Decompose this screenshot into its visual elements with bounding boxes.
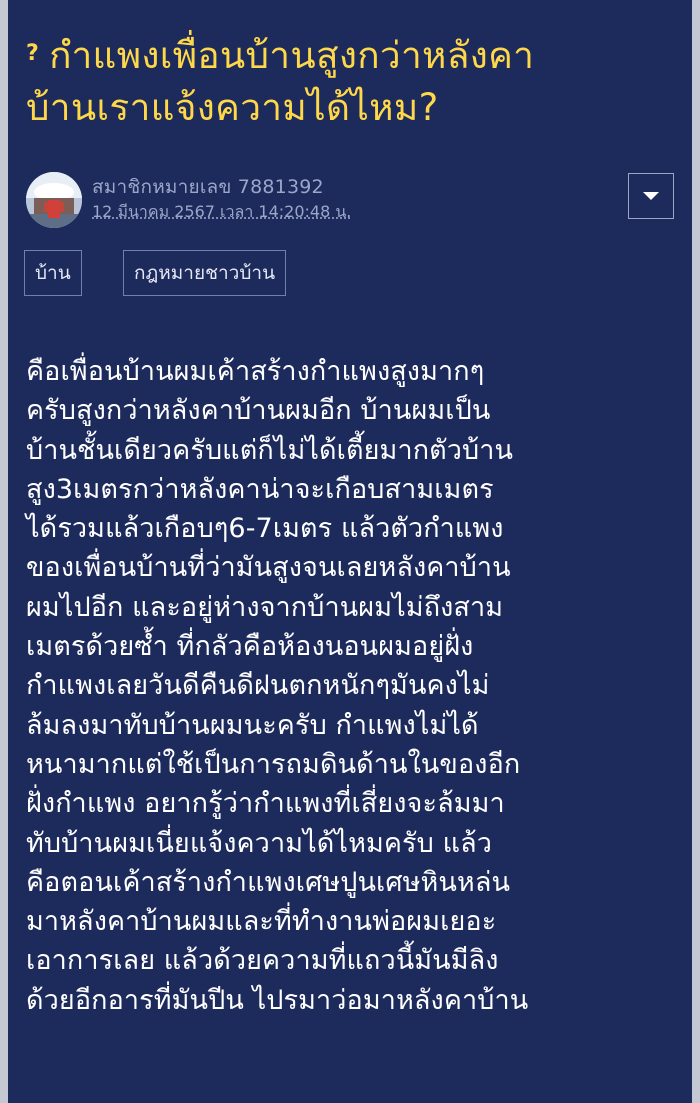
content-line: บ้านชั้นเดียวครับแต่ก็ไม่ได้เตี้ยมากตัวบ… <box>26 434 514 466</box>
question-icon: ? <box>26 41 40 66</box>
content-line: ทับบ้านผมเนี่ยแจ้งความได้ไหมครับ แล้ว <box>26 827 492 859</box>
content-line: ครับสูงกว่าหลังคาบ้านผมอีก บ้านผมเป็น <box>26 395 491 427</box>
content-line: สูง3เมตรกว่าหลังคาน่าจะเกือบสามเมตร <box>26 473 494 505</box>
content-line: ผมไปอีก และอยู่ห่างจากบ้านผมไม่ถึงสาม <box>26 591 504 623</box>
avatar-image <box>26 172 82 228</box>
tag-home[interactable]: บ้าน <box>24 250 82 296</box>
topic-page: ? กำแพงเพื่อนบ้านสูงกว่าหลังคา บ้านเราแจ้… <box>0 0 700 1103</box>
avatar[interactable] <box>26 172 82 228</box>
content-line: เอาการเลย แล้วด้วยความที่แถวนี้มันมีลิง <box>26 945 499 977</box>
right-edge <box>692 0 700 1103</box>
content-line: กำแพงเลยวันดีคืนดีฝนตกหนักๆมันคงไม่ <box>26 670 490 702</box>
content-line: ของเพื่อนบ้านที่ว่ามันสูงจนเลยหลังคาบ้าน <box>26 552 511 584</box>
content-line: คือเพื่อนบ้านผมเค้าสร้างกำแพงสูงมากๆ <box>26 356 485 387</box>
content-line: ด้วยอีกอารที่มันปีน ไปรมาว่อมาหลังคาบ้าน <box>26 984 529 1016</box>
caret-down-icon <box>643 192 659 200</box>
content-line: ล้มลงมาทับบ้านผมนะครับ กำแพงไม่ได้ <box>26 709 479 741</box>
tag-civil-law[interactable]: กฎหมายชาวบ้าน <box>123 250 287 296</box>
content-line: หนามากแต่ใช้เป็นการถมดินด้านในของอีก <box>26 748 521 780</box>
author-name[interactable]: สมาชิกหมายเลข 7881392 <box>92 172 324 202</box>
content-line: ได้รวมแล้วเกือบๆ6-7เมตร แล้วตัวกำแพง <box>26 513 504 545</box>
content-line: มาหลังคาบ้านผมและที่ทำงานพ่อผมเยอะ <box>26 906 497 938</box>
topic-title-line-1: กำแพงเพื่อนบ้านสูงกว่าหลังคา <box>49 34 535 77</box>
topic-options-button[interactable] <box>628 173 674 219</box>
left-edge <box>0 0 8 1103</box>
topic-content: คือเพื่อนบ้านผมเค้าสร้างกำแพงสูงมากๆ ครั… <box>26 352 686 1020</box>
post-timestamp: 12 มีนาคม 2567 เวลา 14:20:48 น. <box>92 202 352 221</box>
topic-title-line-2: บ้านเราแจ้งความได้ไหม? <box>26 86 439 129</box>
topic-title: ? กำแพงเพื่อนบ้านสูงกว่าหลังคา บ้านเราแจ้… <box>26 28 676 134</box>
content-line: ฝั่งกำแพง อยากรู้ว่ากำแพงที่เสี่ยงจะล้มม… <box>26 788 505 820</box>
content-line: เมตรด้วยซ้ำ ที่กลัวคือห้องนอนผมอยู่ฝั่ง <box>26 631 474 663</box>
content-line: คือตอนเค้าสร้างกำแพงเศษปูนเศษหินหล่น <box>26 866 511 898</box>
